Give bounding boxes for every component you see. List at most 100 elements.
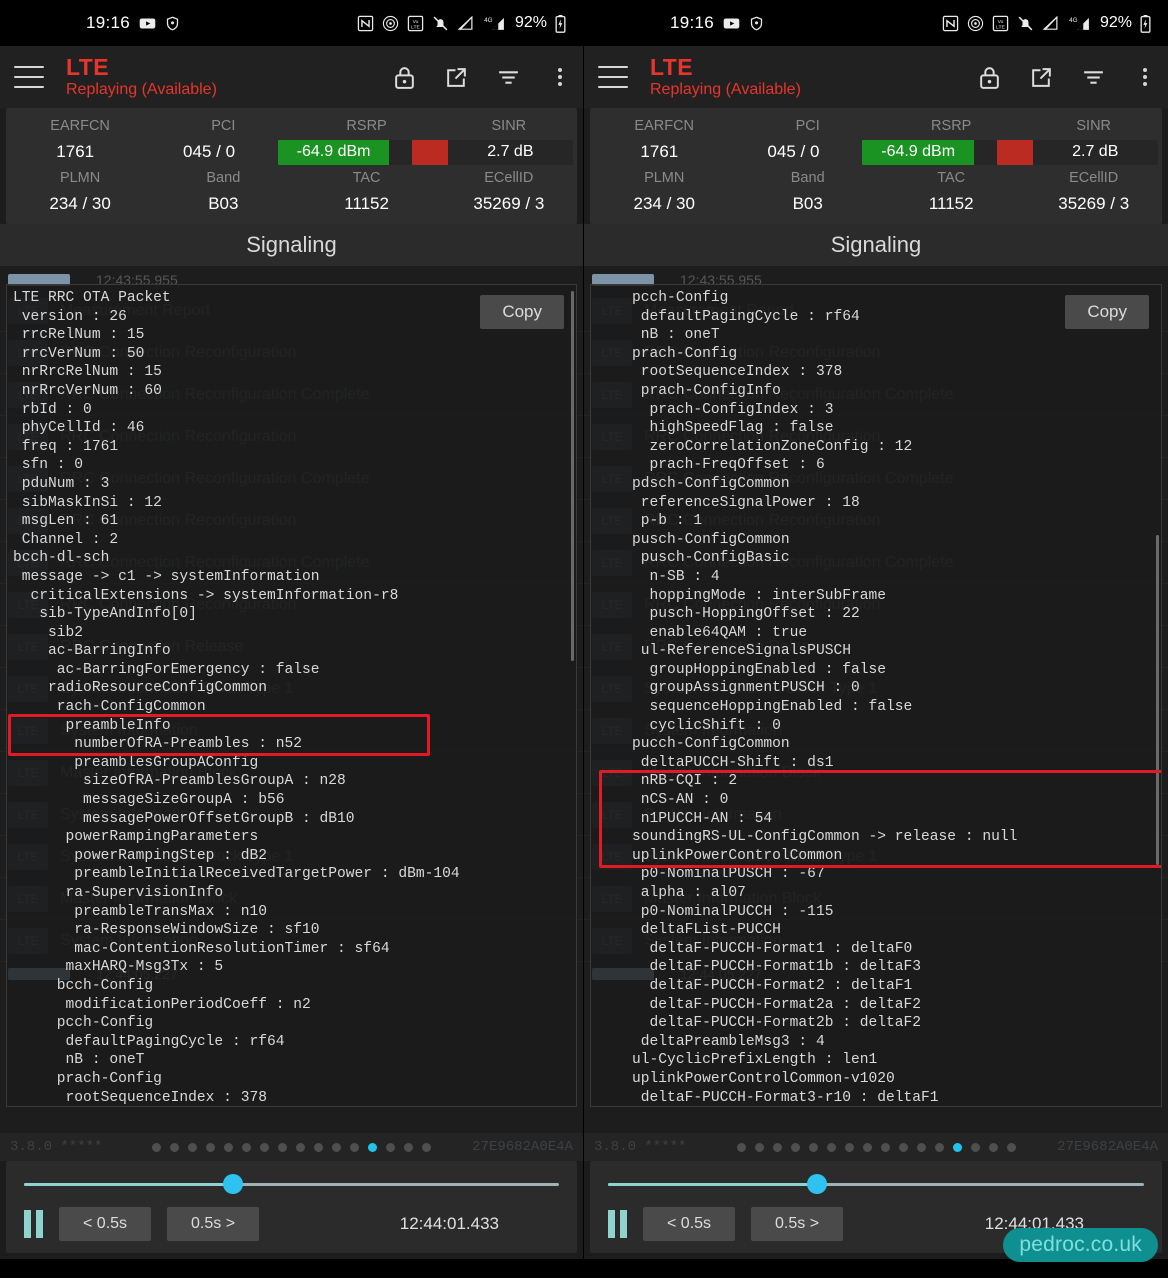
metric-label-earfcn: EARFCN xyxy=(50,118,110,134)
page-dot[interactable] xyxy=(170,1142,179,1152)
page-dot[interactable] xyxy=(332,1142,341,1152)
metric-value-tac: 11152 xyxy=(344,194,389,213)
page-indicator-dots[interactable] xyxy=(0,1142,583,1152)
page-dot[interactable] xyxy=(188,1142,197,1152)
overflow-menu-icon[interactable] xyxy=(1132,64,1158,90)
metric-label-tac: TAC xyxy=(937,170,966,186)
page-dot[interactable] xyxy=(386,1142,395,1152)
hamburger-icon[interactable] xyxy=(14,66,44,88)
hamburger-icon[interactable] xyxy=(598,66,628,88)
page-dot[interactable] xyxy=(970,1142,980,1152)
dual-screenshot-container: 19:16 Vo LTE 4G 92% LTE Replaying (Avail… xyxy=(0,0,1168,1278)
metric-label-ecellid: ECellID xyxy=(484,170,534,186)
page-dot[interactable] xyxy=(736,1142,746,1152)
metric-label-earfcn: EARFCN xyxy=(634,118,695,134)
metrics-value-row-1: 1761 045 / 0 -64.9 dBm 2.7 dB xyxy=(6,139,577,165)
slider-knob[interactable] xyxy=(807,1174,828,1194)
battery-percent: 92% xyxy=(514,14,547,31)
page-dot[interactable] xyxy=(916,1142,926,1152)
page-dot[interactable] xyxy=(862,1142,872,1152)
share-icon[interactable] xyxy=(443,64,469,90)
page-dot[interactable] xyxy=(880,1142,890,1152)
metric-value-band: B03 xyxy=(208,194,239,213)
step-back-button[interactable]: < 0.5s xyxy=(643,1207,736,1241)
page-dot[interactable] xyxy=(314,1142,323,1152)
svg-text:Vo: Vo xyxy=(998,18,1004,24)
metrics-label-row-2: PLMN Band TAC ECellID xyxy=(6,165,577,191)
lock-icon[interactable] xyxy=(391,64,417,90)
app-title-block: LTE Replaying (Available) xyxy=(66,54,217,100)
page-dot[interactable] xyxy=(368,1142,377,1152)
page-dot[interactable] xyxy=(152,1142,161,1152)
lock-icon[interactable] xyxy=(976,64,1002,90)
page-dot[interactable] xyxy=(350,1142,359,1152)
nfc-icon xyxy=(942,15,959,32)
step-forward-button[interactable]: 0.5s > xyxy=(167,1207,260,1241)
page-dot[interactable] xyxy=(754,1142,764,1152)
metric-label-pci: PCI xyxy=(211,118,236,134)
metric-label-rsrp: RSRP xyxy=(346,118,387,134)
metric-value-ecellid: 35269 / 3 xyxy=(473,194,545,213)
bell-muted-icon xyxy=(432,15,449,32)
metrics-label-row-1: EARFCN PCI RSRP SINR xyxy=(590,113,1162,139)
page-dot[interactable] xyxy=(952,1142,962,1152)
page-dot[interactable] xyxy=(808,1142,818,1152)
page-dot[interactable] xyxy=(790,1142,800,1152)
metric-value-sinr: 2.7 dB xyxy=(1072,143,1119,160)
detail-scrollbar[interactable] xyxy=(571,291,574,661)
metric-value-ecellid: 35269 / 3 xyxy=(1058,194,1130,213)
android-nav-bar xyxy=(0,1259,583,1278)
packet-detail-overlay[interactable]: pcch-Config defaultPagingCycle : rf64 nB… xyxy=(590,284,1162,1107)
replay-slider[interactable] xyxy=(600,1171,1152,1197)
hotspot-icon xyxy=(967,15,984,32)
page-dot[interactable] xyxy=(826,1142,836,1152)
app-subtitle: Replaying (Available) xyxy=(650,81,801,99)
page-dot[interactable] xyxy=(404,1142,413,1152)
step-forward-button[interactable]: 0.5s > xyxy=(751,1207,844,1241)
slider-knob[interactable] xyxy=(222,1174,243,1194)
page-dot[interactable] xyxy=(772,1142,782,1152)
metric-rsrp-gauge: -64.9 dBm xyxy=(858,139,998,165)
detail-scrollbar[interactable] xyxy=(1156,535,1159,865)
page-dot[interactable] xyxy=(260,1142,269,1152)
page-dot[interactable] xyxy=(278,1142,287,1152)
filter-icon[interactable] xyxy=(495,64,521,90)
replay-player: < 0.5s 0.5s > 12:44:01.433 xyxy=(6,1161,577,1253)
page-dot[interactable] xyxy=(988,1142,998,1152)
page-dot[interactable] xyxy=(422,1142,431,1152)
metric-label-plmn: PLMN xyxy=(644,170,685,186)
page-dot[interactable] xyxy=(934,1142,944,1152)
page-dot[interactable] xyxy=(898,1142,908,1152)
nfc-icon xyxy=(357,15,374,32)
app-title: LTE xyxy=(650,53,693,80)
status-bar-right: Vo LTE 4G 92% xyxy=(357,14,567,33)
page-dot[interactable] xyxy=(242,1142,251,1152)
app-bar-actions xyxy=(976,64,1158,90)
page-dot[interactable] xyxy=(206,1142,215,1152)
copy-button[interactable]: Copy xyxy=(1065,295,1149,329)
metric-value-plmn: 234 / 30 xyxy=(49,194,111,213)
signal-empty-icon xyxy=(1042,15,1059,32)
hotspot-icon xyxy=(382,15,399,32)
metric-value-rsrp: -64.9 dBm xyxy=(881,143,956,160)
packet-detail-overlay[interactable]: LTE RRC OTA Packet version : 26 rrcRelNu… xyxy=(6,284,577,1107)
metric-label-pci: PCI xyxy=(795,118,820,134)
svg-text:LTE: LTE xyxy=(411,24,420,30)
page-indicator-dots[interactable] xyxy=(584,1142,1168,1152)
svg-text:4G: 4G xyxy=(484,17,493,24)
step-back-button[interactable]: < 0.5s xyxy=(59,1207,152,1241)
copy-button[interactable]: Copy xyxy=(480,295,564,329)
page-dot[interactable] xyxy=(296,1142,305,1152)
status-bar-left: 19:16 xyxy=(86,13,182,33)
overflow-menu-icon[interactable] xyxy=(547,64,573,90)
share-icon[interactable] xyxy=(1028,64,1054,90)
pause-icon[interactable] xyxy=(608,1210,627,1238)
shield-icon xyxy=(165,15,182,32)
replay-slider[interactable] xyxy=(16,1171,567,1197)
filter-icon[interactable] xyxy=(1080,64,1106,90)
pause-icon[interactable] xyxy=(24,1210,43,1238)
app-bar: LTE Replaying (Available) xyxy=(0,46,583,108)
page-dot[interactable] xyxy=(1006,1142,1016,1152)
page-dot[interactable] xyxy=(844,1142,854,1152)
page-dot[interactable] xyxy=(224,1142,233,1152)
